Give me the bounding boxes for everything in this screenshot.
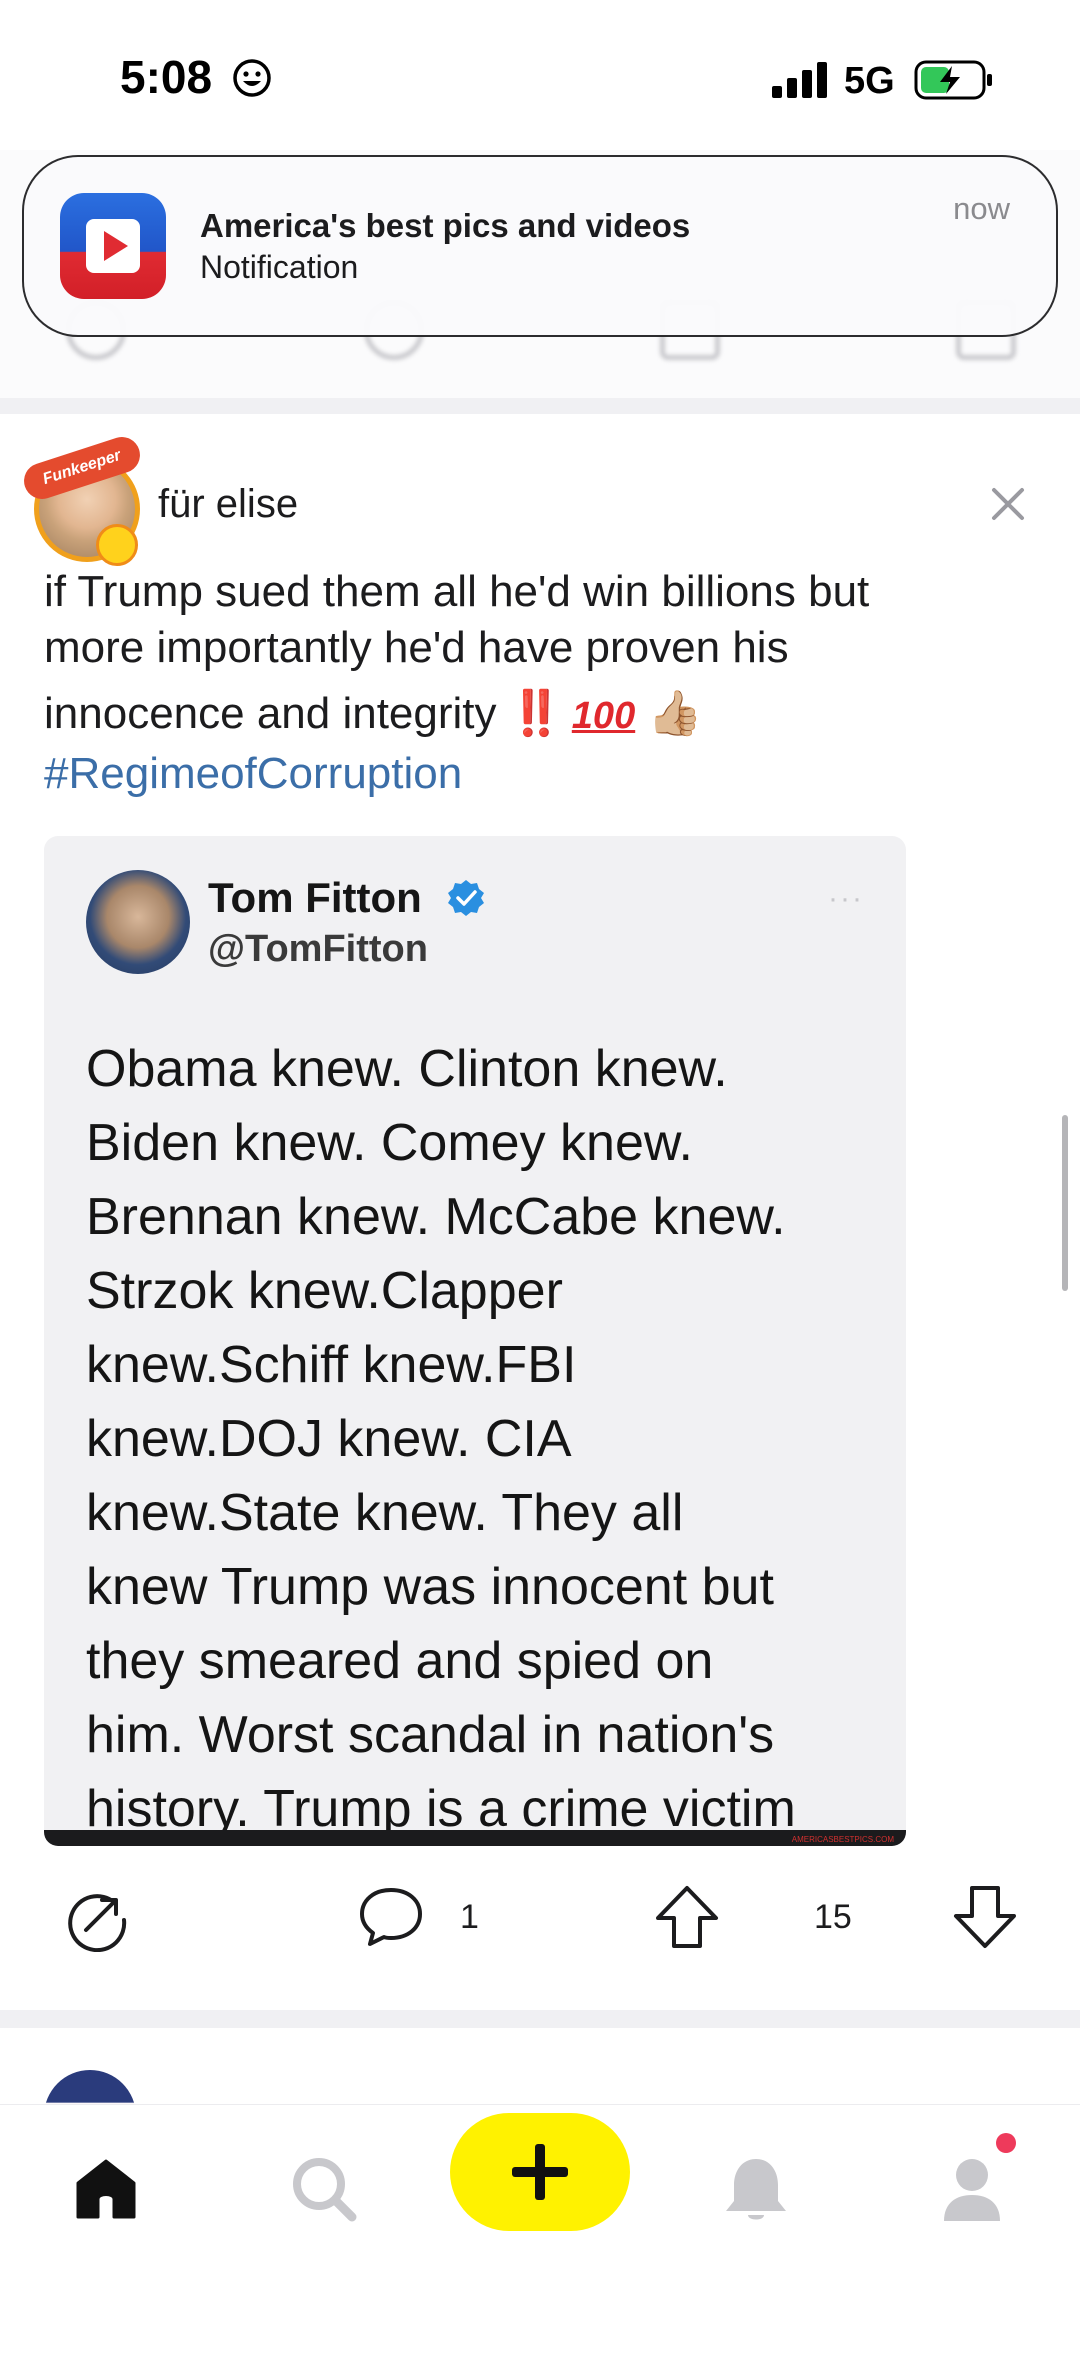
comment-count: 1 <box>460 1898 479 1936</box>
post-text-line-emojis: innocence and integrity ‼️ 100 👍🏼 <box>44 686 1044 744</box>
embedded-text-line: they smeared and spied on <box>86 1632 714 1690</box>
profile-icon[interactable] <box>932 2149 1012 2229</box>
double-exclamation-emoji: ‼️ <box>508 689 564 738</box>
feed-post: Funkeeper für elise if Trump sued them a… <box>0 412 1080 2012</box>
bottom-tab-bar <box>0 2104 1080 2361</box>
embedded-text-line: Biden knew. Comey knew. <box>86 1114 693 1172</box>
network-type: 5G <box>844 60 895 102</box>
post-text-line: innocence and integrity <box>44 689 497 738</box>
home-icon[interactable] <box>66 2149 146 2229</box>
embedded-handle: @TomFitton <box>208 928 428 970</box>
avatar[interactable]: Funkeeper <box>19 432 150 570</box>
arrow-up-icon[interactable] <box>652 1882 722 1952</box>
embedded-text-line: knew Trump was innocent but <box>86 1558 774 1616</box>
bell-icon[interactable] <box>716 2149 796 2229</box>
embedded-author-name: Tom Fitton <box>208 874 422 921</box>
hashtag-link[interactable]: #RegimeofCorruption <box>44 746 1044 802</box>
status-bar: 5:08 5G <box>0 0 1080 150</box>
comment-icon[interactable] <box>356 1882 426 1952</box>
post-text-line: if Trump sued them all he'd win billions… <box>44 567 870 616</box>
notification-banner[interactable]: America's best pics and videos Notificat… <box>22 155 1058 337</box>
smiley-face-icon <box>233 59 271 97</box>
image-watermark: AMERICASBESTPICS.COM <box>791 1835 894 1844</box>
share-icon[interactable] <box>62 1882 132 1952</box>
embedded-text-line: Strzok knew.Clapper <box>86 1262 563 1320</box>
notification-title: America's best pics and videos <box>200 207 691 244</box>
image-footer-bar: AMERICASBESTPICS.COM <box>44 1830 906 1846</box>
cellular-signal-icon <box>772 62 827 98</box>
search-icon[interactable] <box>284 2149 364 2229</box>
notification-dot <box>996 2133 1016 2153</box>
feed-separator <box>0 2010 1080 2028</box>
embedded-text-line: Brennan knew. McCabe knew. <box>86 1188 786 1246</box>
embedded-text-line: him. Worst scandal in nation's <box>86 1706 775 1764</box>
medal-icon <box>96 524 138 566</box>
close-icon[interactable] <box>984 480 1032 528</box>
notification-body: Notification <box>200 249 359 285</box>
scrollbar[interactable] <box>1062 1115 1068 1291</box>
embedded-text: Obama knew. Clinton knew. Biden knew. Co… <box>86 1032 886 1846</box>
more-icon: ··· <box>828 882 864 915</box>
embedded-text-line: knew.DOJ knew. CIA <box>86 1410 572 1468</box>
video-play-app-icon <box>60 193 166 299</box>
embedded-text-line: knew.Schiff knew.FBI <box>86 1336 577 1394</box>
embedded-text-line: knew.State knew. They all <box>86 1484 684 1542</box>
embedded-text-line: Obama knew. Clinton knew. <box>86 1040 728 1098</box>
arrow-down-icon[interactable] <box>950 1882 1020 1952</box>
status-time: 5:08 <box>120 51 213 103</box>
battery-charging-icon <box>914 60 992 100</box>
embedded-avatar <box>86 870 190 974</box>
post-action-bar: 1 15 <box>0 1882 1080 1982</box>
verified-badge-icon <box>448 880 484 916</box>
notification-time: now <box>953 191 1010 226</box>
post-text-line: more importantly he'd have proven his <box>44 623 789 672</box>
create-post-button[interactable] <box>450 2113 630 2231</box>
hundred-points-emoji: 100 <box>571 695 636 737</box>
vote-score: 15 <box>814 1898 852 1936</box>
post-image[interactable]: Tom Fitton @TomFitton ··· Obama knew. Cl… <box>44 836 906 1846</box>
post-author[interactable]: für elise <box>158 482 298 527</box>
thumbs-up-emoji: 👍🏼 <box>647 689 703 738</box>
post-body: if Trump sued them all he'd win billions… <box>44 564 1044 802</box>
